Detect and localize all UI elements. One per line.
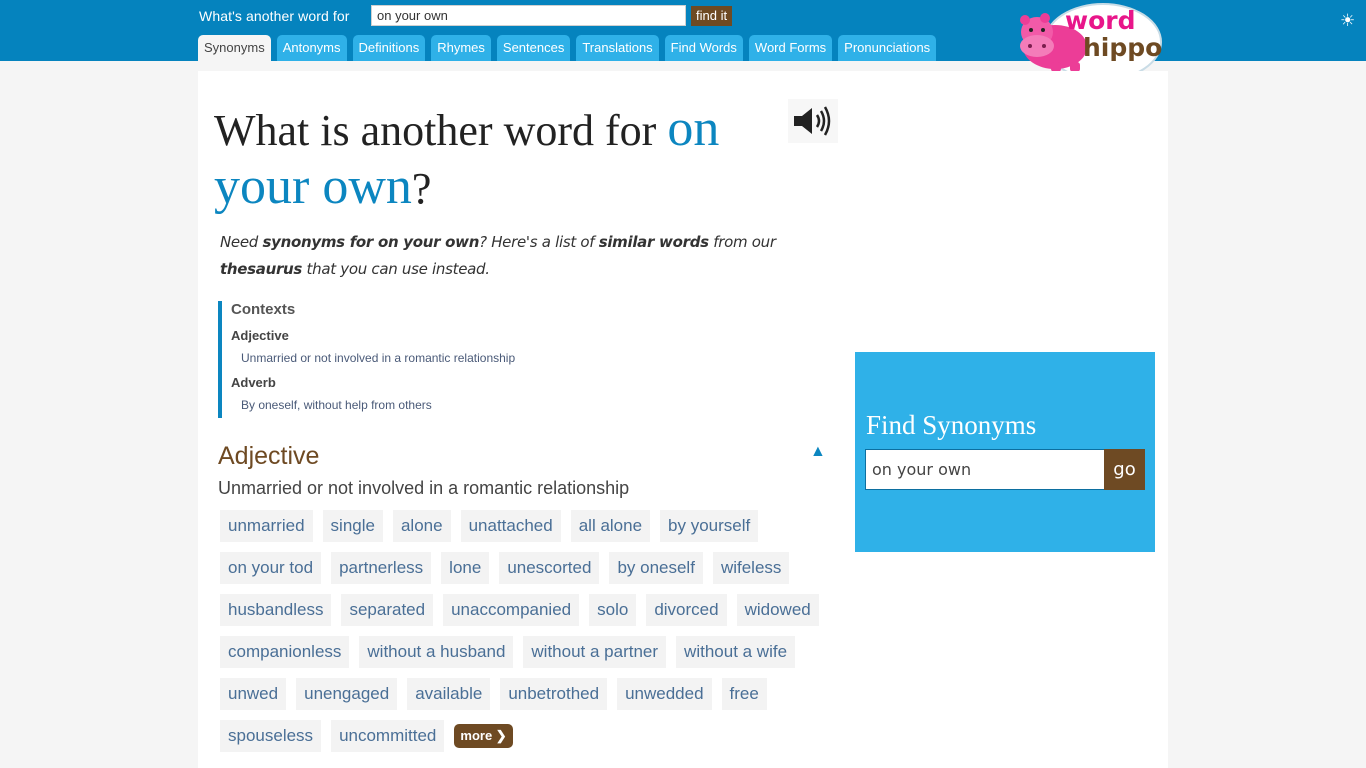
find-it-button[interactable]: find it (691, 6, 733, 26)
svg-text:hippo: hippo (1083, 33, 1162, 62)
sun-icon[interactable]: ☀ (1340, 11, 1355, 31)
synonym-chip[interactable]: lone (441, 552, 490, 584)
hippo-logo-icon: word hippo (1020, 3, 1162, 81)
tab-antonyms[interactable]: Antonyms (276, 35, 347, 61)
tab-translations[interactable]: Translations (576, 35, 659, 61)
find-synonyms-box: Find Synonyms go (855, 352, 1155, 552)
search-input[interactable] (371, 5, 686, 26)
find-synonyms-title: Find Synonyms (866, 410, 1037, 440)
synonym-chip[interactable]: unattached (460, 510, 561, 542)
synonym-chip[interactable]: free (721, 678, 767, 710)
synonym-chip[interactable]: on your tod (220, 552, 322, 584)
synonym-chip[interactable]: single (322, 510, 383, 542)
synonym-chip[interactable]: unescorted (499, 552, 600, 584)
synonym-chip[interactable]: unengaged (296, 678, 398, 710)
title-prefix: What is another word for (214, 106, 668, 155)
synonym-chip[interactable]: all alone (570, 510, 651, 542)
tab-definitions[interactable]: Definitions (352, 35, 426, 61)
nav-tabs: Synonyms Antonyms Definitions Rhymes Sen… (198, 35, 937, 61)
synonym-chip[interactable]: partnerless (331, 552, 432, 584)
find-synonyms-input[interactable] (865, 449, 1105, 490)
tab-sentences[interactable]: Sentences (496, 35, 571, 61)
tab-rhymes[interactable]: Rhymes (431, 35, 491, 61)
speaker-icon[interactable] (788, 99, 838, 143)
synonym-chip[interactable]: solo (589, 594, 637, 626)
wordhippo-logo[interactable]: word hippo (1015, 2, 1167, 82)
intro-text: Need synonyms for on your own? Here's a … (220, 233, 776, 278)
context-definition-link[interactable]: Unmarried or not involved in a romantic … (241, 351, 618, 366)
synonym-chip[interactable]: unwedded (617, 678, 712, 710)
synonym-chip[interactable]: wifeless (712, 552, 790, 584)
context-definition-link[interactable]: By oneself, without help from others (241, 398, 618, 413)
go-button[interactable]: go (1104, 449, 1145, 490)
tab-pronunciations[interactable]: Pronunciations (838, 35, 937, 61)
synonym-chip[interactable]: available (407, 678, 491, 710)
synonym-chip[interactable]: by oneself (609, 552, 703, 584)
synonym-chip[interactable]: without a wife (676, 636, 796, 668)
more-button[interactable]: more ❯ (454, 724, 513, 748)
synonym-chip[interactable]: without a partner (523, 636, 667, 668)
synonym-chip[interactable]: separated (341, 594, 434, 626)
contexts-box: Contexts Adjective Unmarried or not invo… (218, 301, 618, 418)
synonym-chip[interactable]: companionless (220, 636, 350, 668)
search-label: What's another word for (199, 8, 350, 24)
synonym-chip[interactable]: unaccompanied (443, 594, 580, 626)
context-pos: Adjective (231, 328, 289, 343)
synonym-chip[interactable]: uncommitted (331, 720, 445, 752)
synonym-chip[interactable]: unbetrothed (500, 678, 608, 710)
page-title: What is another word for on your own? (214, 101, 774, 217)
top-bar: What's another word for find it Synonyms… (0, 0, 1366, 81)
synonym-chip[interactable]: without a husband (359, 636, 514, 668)
synonym-list: unmarried single alone unattached all alone b… (220, 510, 830, 752)
synonym-chip[interactable]: spouseless (220, 720, 322, 752)
tab-find-words[interactable]: Find Words (664, 35, 743, 61)
context-pos: Adverb (231, 375, 276, 390)
synonym-chip[interactable]: husbandless (220, 594, 332, 626)
synonym-chip[interactable]: unmarried (220, 510, 313, 542)
synonym-chip[interactable]: unwed (220, 678, 287, 710)
section-definition: Unmarried or not involved in a romantic … (218, 478, 630, 498)
synonym-chip[interactable]: by yourself (660, 510, 759, 542)
synonym-chip[interactable]: widowed (736, 594, 819, 626)
tab-synonyms[interactable]: Synonyms (198, 35, 271, 61)
synonym-chip[interactable]: alone (392, 510, 451, 542)
svg-text:word: word (1065, 6, 1136, 35)
contexts-heading: Contexts (231, 301, 296, 318)
synonym-chip[interactable]: divorced (646, 594, 727, 626)
title-suffix: ? (411, 164, 432, 213)
triangle-up-icon[interactable]: ▲ (810, 443, 826, 461)
tab-word-forms[interactable]: Word Forms (748, 35, 833, 61)
section-title: Adjective (218, 442, 320, 470)
